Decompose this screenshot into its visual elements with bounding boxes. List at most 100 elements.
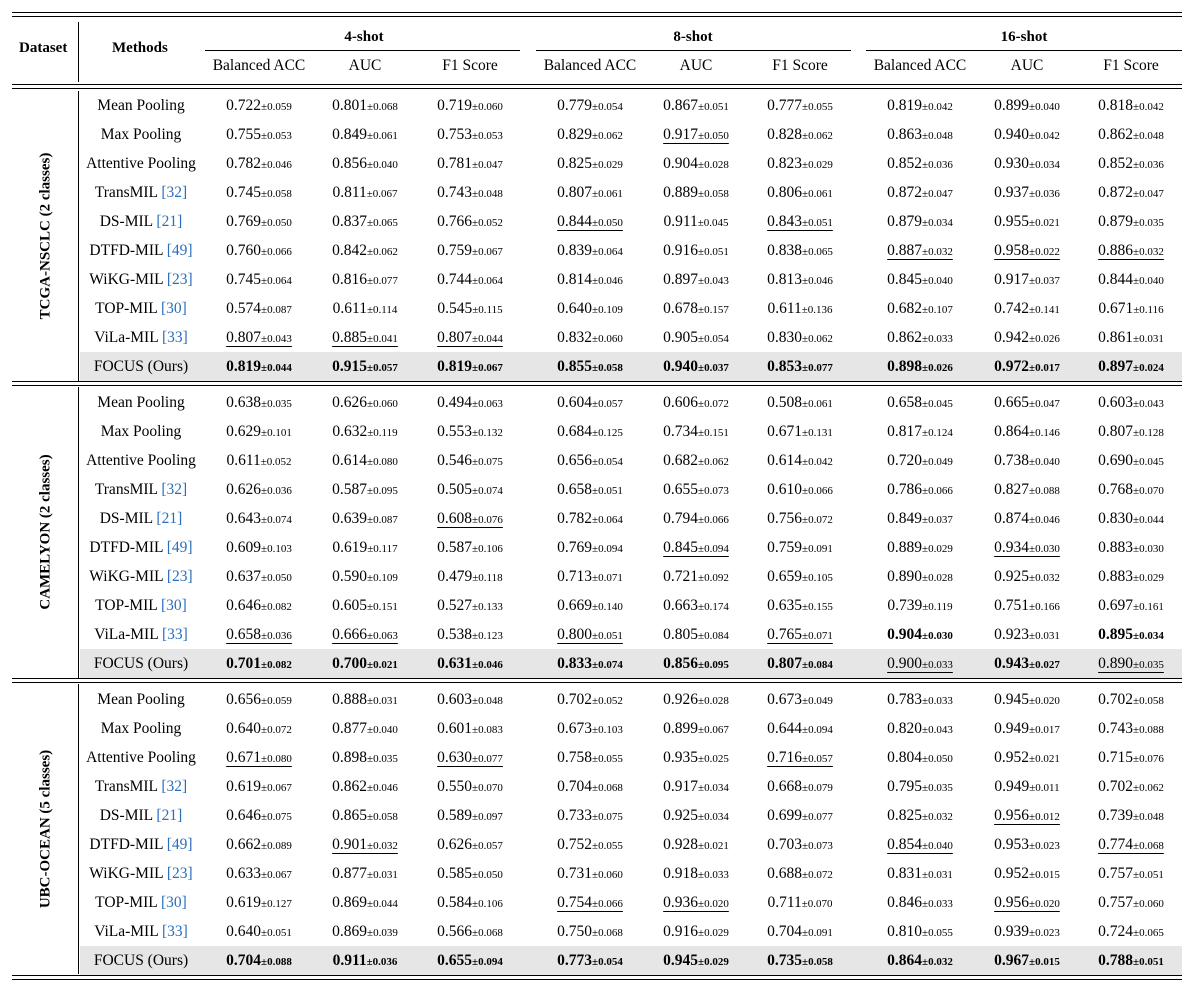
metric-std: ±0.025 (698, 753, 729, 765)
method-label: WiKG-MIL (89, 865, 163, 882)
metric-std: ±0.046 (472, 659, 503, 671)
metric-std: ±0.044 (261, 362, 292, 374)
citation-link[interactable]: [21] (156, 510, 182, 527)
method-label: Mean Pooling (97, 97, 185, 114)
metric-std: ±0.059 (261, 695, 292, 707)
metric-cell: 0.845±0.040 (887, 271, 953, 289)
metric-std: ±0.094 (592, 543, 623, 555)
metric-cell: 0.704±0.088 (226, 952, 292, 970)
citation-link[interactable]: [30] (161, 300, 187, 317)
metric-cell: 0.872±0.047 (1098, 184, 1164, 202)
citation-link[interactable]: [23] (167, 865, 193, 882)
metric-value: 0.721 (663, 568, 699, 585)
metric-value: 0.584 (437, 894, 473, 911)
metric-cell: 0.855±0.058 (557, 358, 623, 376)
method-label: DS-MIL (99, 807, 153, 824)
metric-cell: 0.807±0.061 (557, 184, 623, 202)
header-rule-outer (12, 84, 1182, 85)
citation-link[interactable]: [32] (161, 481, 187, 498)
metric-value: 0.769 (226, 213, 262, 230)
metric-value: 0.794 (663, 510, 699, 527)
metric-cell: 0.845±0.094 (663, 539, 729, 557)
metric-std: ±0.046 (261, 159, 292, 171)
metric-cell: 0.831±0.031 (887, 865, 953, 883)
metric-cell: 0.786±0.066 (887, 481, 953, 499)
metric-std: ±0.094 (472, 956, 503, 968)
metric-std: ±0.061 (802, 188, 833, 200)
metric-cell: 0.949±0.011 (994, 778, 1059, 796)
citation-link[interactable]: [33] (162, 923, 188, 940)
metric-value: 0.773 (557, 952, 593, 969)
metric-std: ±0.060 (592, 333, 623, 345)
metric-std: ±0.042 (802, 456, 833, 468)
metric-std: ±0.012 (1029, 811, 1060, 823)
metric-cell: 0.658±0.045 (887, 394, 953, 412)
metric-std: ±0.062 (802, 130, 833, 142)
citation-link[interactable]: [23] (167, 271, 193, 288)
metric-std: ±0.083 (472, 724, 503, 736)
metric-std: ±0.057 (592, 398, 623, 410)
header-metric-f1-4: F1 Score (442, 57, 498, 74)
metric-value: 0.752 (557, 836, 593, 853)
metric-cell: 0.590±0.109 (332, 568, 398, 586)
metric-cell: 0.904±0.028 (663, 155, 729, 173)
metric-std: ±0.046 (367, 782, 398, 794)
method-label: DS-MIL (99, 213, 153, 230)
metric-value: 0.883 (1098, 539, 1134, 556)
metric-cell: 0.839±0.064 (557, 242, 623, 260)
metric-value: 0.638 (226, 394, 262, 411)
metric-cell: 0.744±0.064 (437, 271, 503, 289)
method-label: WiKG-MIL (89, 568, 163, 585)
metric-cell: 0.546±0.075 (437, 452, 503, 470)
metric-std: ±0.031 (367, 695, 398, 707)
metric-cell: 0.844±0.040 (1098, 271, 1164, 289)
citation-link[interactable]: [21] (156, 807, 182, 824)
metric-std: ±0.045 (922, 398, 953, 410)
metric-std: ±0.067 (261, 782, 292, 794)
metric-value: 0.589 (437, 807, 473, 824)
citation-link[interactable]: [33] (162, 329, 188, 346)
citation-link[interactable]: [49] (167, 242, 193, 259)
metric-value: 0.853 (767, 358, 803, 375)
citation-link[interactable]: [21] (156, 213, 182, 230)
metric-value: 0.956 (994, 807, 1030, 824)
metric-std: ±0.068 (592, 927, 623, 939)
citation-link[interactable]: [32] (161, 184, 187, 201)
metric-std: ±0.125 (592, 427, 623, 439)
metric-value: 0.630 (437, 749, 473, 766)
method-name: Max Pooling (101, 720, 182, 738)
citation-link[interactable]: [49] (167, 539, 193, 556)
metric-value: 0.619 (332, 539, 368, 556)
metric-cell: 0.828±0.062 (767, 126, 833, 144)
method-label: FOCUS (Ours) (93, 952, 189, 969)
metric-cell: 0.684±0.125 (557, 423, 623, 441)
metric-cell: 0.754±0.066 (557, 894, 623, 912)
metric-std: ±0.128 (1133, 427, 1164, 439)
metric-value: 0.823 (767, 155, 803, 172)
metric-value: 0.643 (226, 510, 262, 527)
metric-std: ±0.106 (472, 898, 503, 910)
metric-value: 0.633 (226, 865, 262, 882)
citation-link[interactable]: [49] (167, 836, 193, 853)
method-name: Attentive Pooling (86, 749, 196, 767)
metric-cell: 0.862±0.048 (1098, 126, 1164, 144)
citation-link[interactable]: [30] (161, 894, 187, 911)
metric-value: 0.918 (663, 865, 699, 882)
metric-value: 0.890 (1098, 655, 1134, 672)
method-name: TransMIL [32] (95, 778, 187, 796)
method-name: TransMIL [32] (95, 481, 187, 499)
citation-link[interactable]: [32] (161, 778, 187, 795)
metric-cell: 0.952±0.015 (994, 865, 1060, 883)
metric-value: 0.864 (994, 423, 1030, 440)
metric-cell: 0.611±0.114 (333, 300, 398, 318)
citation-link[interactable]: [33] (162, 626, 188, 643)
metric-value: 0.574 (226, 300, 262, 317)
metric-std: ±0.174 (698, 601, 729, 613)
metric-value: 0.690 (1098, 452, 1134, 469)
metric-std: ±0.026 (922, 362, 953, 374)
metric-cell: 0.646±0.082 (226, 597, 292, 615)
metric-value: 0.606 (663, 394, 699, 411)
citation-link[interactable]: [30] (161, 597, 187, 614)
citation-link[interactable]: [23] (167, 568, 193, 585)
block-rule-1a (12, 381, 1182, 382)
